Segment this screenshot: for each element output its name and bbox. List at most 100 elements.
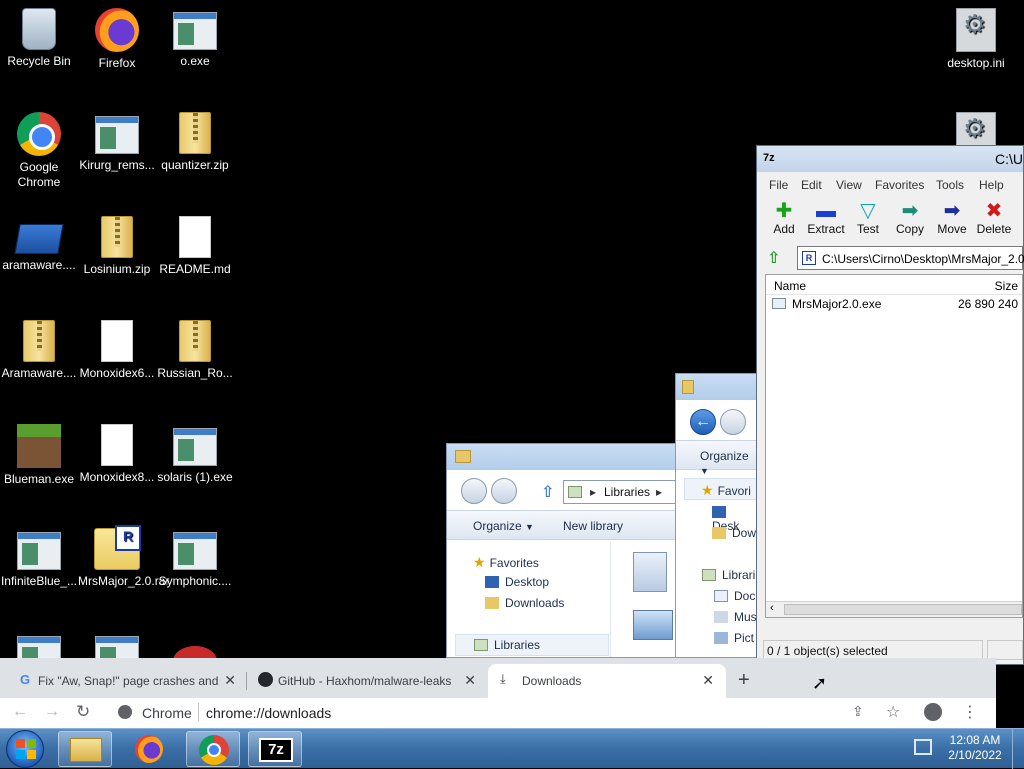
menu-file[interactable]: File xyxy=(769,178,788,192)
close-tab-icon[interactable]: ✕ xyxy=(702,672,714,689)
nav-favorites[interactable]: ★ Favori xyxy=(684,478,758,500)
up-arrow-icon[interactable]: ⇧ xyxy=(541,482,554,502)
desktop-icon-blueman[interactable]: Blueman.exe xyxy=(0,424,78,487)
path-field[interactable]: R C:\Users\Cirno\Desktop\MrsMajor_2.0. xyxy=(797,246,1024,270)
nav-documents[interactable]: Doc xyxy=(714,589,755,603)
nav-label: Librari xyxy=(722,568,756,582)
horizontal-scrollbar[interactable]: ‹ xyxy=(766,601,1022,617)
menu-bar: File Edit View Favorites Tools Help xyxy=(757,174,1023,196)
desktop-icon-losinium[interactable]: Losinium.zip xyxy=(78,216,156,277)
explorer-window-back[interactable]: ← Organize ▼ ★ Favori Desk Dow Librari Do… xyxy=(675,373,759,658)
scroll-left-icon[interactable]: ‹ xyxy=(770,602,774,614)
nav-pictures[interactable]: Pict xyxy=(714,631,754,645)
show-desktop-button[interactable] xyxy=(1012,729,1024,769)
nav-favorites[interactable]: ★ Favorites xyxy=(473,554,539,571)
menu-view[interactable]: View xyxy=(836,178,862,192)
desktop-icon-symphonic[interactable]: Symphonic.... xyxy=(156,528,234,589)
sevenzip-window[interactable]: 7z C:\U File Edit View Favorites Tools H… xyxy=(756,145,1024,665)
desktop-icon-firefox[interactable]: Firefox xyxy=(78,8,156,71)
reload-icon[interactable]: ↻ xyxy=(76,702,90,722)
nav-music[interactable]: Mus xyxy=(714,610,757,624)
close-tab-icon[interactable]: ✕ xyxy=(224,672,236,689)
desktop-icon-google-chrome[interactable]: Google Chrome xyxy=(0,112,78,190)
window-titlebar[interactable]: 7z C:\U xyxy=(757,146,1023,172)
zip-icon xyxy=(23,320,55,362)
column-size[interactable]: Size xyxy=(995,279,1018,293)
taskbar-chrome-button[interactable] xyxy=(186,731,240,767)
tab-downloads[interactable]: ⤓ Downloads ✕ xyxy=(488,664,726,698)
menu-tools[interactable]: Tools xyxy=(936,178,964,192)
document-icon xyxy=(179,216,211,258)
desktop-icon-monoxidex8[interactable]: Monoxidex8... xyxy=(78,424,156,485)
delete-button[interactable]: ✖ Delete xyxy=(974,200,1014,236)
test-button[interactable]: ▽ Test xyxy=(848,200,888,236)
desktop-icon-monoxidex6[interactable]: Monoxidex6... xyxy=(78,320,156,381)
back-button[interactable] xyxy=(461,478,487,504)
desktop-icon-aramaware-zip[interactable]: Aramaware.... xyxy=(0,320,78,381)
nav-desktop[interactable]: Desktop xyxy=(485,575,549,589)
desktop-icon-desktop-ini[interactable]: desktop.ini xyxy=(936,8,1016,71)
exe-icon xyxy=(95,116,139,154)
address-bar[interactable]: ▸ Libraries ▸ xyxy=(563,480,675,504)
desktop-icon-quantizer[interactable]: quantizer.zip xyxy=(156,112,234,173)
nav-libraries[interactable]: Libraries xyxy=(455,634,609,656)
desktop-icon-recycle-bin[interactable]: Recycle Bin xyxy=(0,8,78,69)
explorer-window-libraries[interactable]: ⇧ ▸ Libraries ▸ Organize ▼ New library ★… xyxy=(446,443,676,658)
nav-label: Favori xyxy=(717,484,751,498)
desktop-icon-aramaware-shortcut[interactable]: aramaware.... xyxy=(0,216,78,273)
desktop-icon-o-exe[interactable]: o.exe xyxy=(156,8,234,69)
menu-favorites[interactable]: Favorites xyxy=(875,178,924,192)
forward-arrow-icon[interactable]: → xyxy=(44,703,60,721)
desktop-icon-solaris[interactable]: solaris (1).exe xyxy=(156,424,234,485)
forward-button[interactable] xyxy=(720,409,746,435)
window-titlebar[interactable] xyxy=(447,444,675,470)
omnibox[interactable]: Chrome chrome://downloads xyxy=(108,700,848,726)
bookmark-star-icon[interactable]: ☆ xyxy=(886,702,900,722)
taskbar-sevenzip-button[interactable]: 7z xyxy=(248,731,302,767)
menu-help[interactable]: Help xyxy=(979,178,1004,192)
desktop-icon-readme[interactable]: README.md xyxy=(156,216,234,277)
organize-button[interactable]: Organize ▼ xyxy=(473,519,534,533)
new-tab-button[interactable]: + xyxy=(738,669,750,692)
network-icon[interactable] xyxy=(914,739,932,755)
clock[interactable]: 12:08 AM 2/10/2022 xyxy=(944,733,1006,763)
column-name[interactable]: Name xyxy=(774,279,806,293)
move-button[interactable]: ➡ Move xyxy=(932,200,972,236)
documents-library-icon[interactable] xyxy=(633,552,667,592)
new-library-button[interactable]: New library xyxy=(563,519,623,533)
share-icon[interactable]: ⇪ xyxy=(852,703,864,720)
up-folder-icon[interactable]: ⇧ xyxy=(767,248,780,268)
menu-dots-icon[interactable]: ⋮ xyxy=(962,702,978,722)
table-row[interactable]: MrsMajor2.0.exe 26 890 240 xyxy=(770,295,1022,313)
window-titlebar[interactable] xyxy=(676,374,758,400)
desktop-icon-mrsmajor-rar[interactable]: MrsMajor_2.0.rar xyxy=(78,525,169,589)
pictures-library-icon[interactable] xyxy=(633,610,673,640)
taskbar-firefox-button[interactable] xyxy=(122,731,176,767)
back-arrow-icon[interactable]: ← xyxy=(12,703,28,721)
start-button[interactable] xyxy=(6,730,44,768)
scrollbar-thumb[interactable] xyxy=(784,604,1022,615)
chevron-right-icon[interactable]: ▸ xyxy=(656,485,662,499)
chrome-window[interactable]: G Fix "Aw, Snap!" page crashes and ✕ Git… xyxy=(0,658,996,728)
profile-avatar-icon[interactable] xyxy=(924,703,942,721)
desktop-icon-kirurg[interactable]: Kirurg_rems... xyxy=(78,112,156,173)
organize-button[interactable]: Organize ▼ xyxy=(700,449,758,477)
add-button[interactable]: ✚ Add xyxy=(764,200,804,236)
nav-downloads[interactable]: Dow xyxy=(712,526,756,540)
close-tab-icon[interactable]: ✕ xyxy=(464,672,476,689)
file-list[interactable]: Name Size MrsMajor2.0.exe 26 890 240 ‹ xyxy=(765,274,1023,618)
tab-fix-aw-snap[interactable]: G Fix "Aw, Snap!" page crashes and ✕ xyxy=(10,664,246,698)
nav-libraries[interactable]: Librari xyxy=(702,568,755,582)
back-button[interactable]: ← xyxy=(690,409,716,435)
tab-github[interactable]: GitHub - Haxhom/malware-leaks ✕ xyxy=(250,664,486,698)
menu-edit[interactable]: Edit xyxy=(801,178,822,192)
taskbar-explorer-button[interactable] xyxy=(58,731,112,767)
extract-button[interactable]: ▬ Extract xyxy=(806,200,846,236)
taskbar: 7z 12:08 AM 2/10/2022 xyxy=(0,728,1024,769)
nav-downloads[interactable]: Downloads xyxy=(485,596,564,610)
forward-button[interactable] xyxy=(491,478,517,504)
breadcrumb[interactable]: Libraries xyxy=(604,485,650,499)
copy-button[interactable]: ➡ Copy xyxy=(890,200,930,236)
desktop-icon-infiniteblue[interactable]: InfiniteBlue_... xyxy=(0,528,78,589)
desktop-icon-russian-ro[interactable]: Russian_Ro... xyxy=(156,320,234,381)
